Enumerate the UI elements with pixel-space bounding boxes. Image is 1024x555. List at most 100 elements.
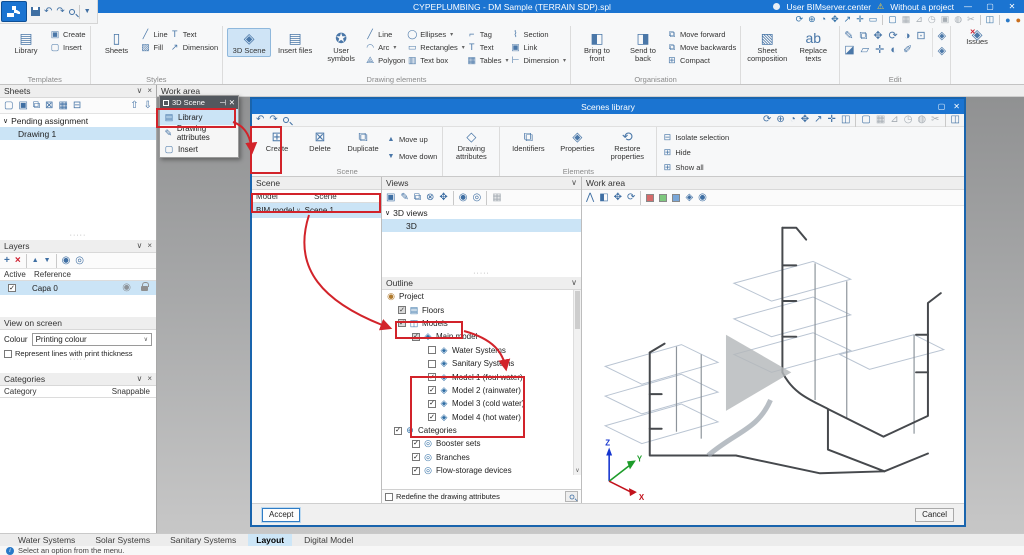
- add-sheet-icon[interactable]: ▣: [18, 101, 27, 111]
- tab-water-systems[interactable]: Water Systems: [10, 534, 83, 546]
- dlg-zoom-extents-icon[interactable]: ⊕: [776, 115, 784, 125]
- user-symbols-button[interactable]: ✪User symbols: [319, 28, 363, 65]
- line-style-button[interactable]: ╱Line: [141, 28, 168, 41]
- close-panel-icon[interactable]: ×: [147, 87, 152, 95]
- tree-item-model-3[interactable]: ◈Model 3 (cold water): [382, 397, 581, 410]
- fill-style-button[interactable]: ▨Fill: [141, 41, 168, 54]
- create-scene-button[interactable]: ⊞Create: [257, 129, 297, 153]
- line-button[interactable]: ╱Line: [365, 28, 405, 41]
- move-down-sheet-icon[interactable]: ⇩: [144, 101, 152, 111]
- move-down-button[interactable]: ▼Move down: [386, 150, 437, 163]
- text-box-button[interactable]: ▥Text box: [407, 54, 465, 67]
- floors-checkbox[interactable]: [398, 306, 406, 314]
- orbit-3d-icon[interactable]: ✥: [614, 193, 622, 203]
- scene3d-button[interactable]: ◈3D Scene: [227, 28, 271, 57]
- delete-layer-icon[interactable]: ×: [15, 256, 21, 266]
- dlg-pan-icon[interactable]: ✥: [801, 115, 809, 125]
- move-icon[interactable]: ✥: [873, 31, 882, 42]
- tree-item-flow-storage[interactable]: ◎Flow-storage devices: [382, 464, 581, 477]
- delete-scene-button[interactable]: ⊠Delete: [300, 129, 340, 153]
- cype-icon[interactable]: ●: [1016, 15, 1021, 25]
- dialog-redo-icon[interactable]: ↷: [269, 115, 277, 125]
- tab-layout[interactable]: Layout: [248, 534, 292, 546]
- tree-item-models[interactable]: ◫Models: [382, 317, 581, 330]
- insert-files-button[interactable]: ▤Insert files: [273, 28, 317, 57]
- dialog-titlebar[interactable]: Scenes library ▢✕: [252, 99, 964, 114]
- scale-icon[interactable]: ⊡: [916, 31, 925, 42]
- categories-checkbox[interactable]: [394, 427, 402, 435]
- maximize-button[interactable]: ▢: [982, 2, 998, 11]
- collapse-icon[interactable]: ∨: [571, 279, 577, 287]
- cube-top-icon[interactable]: ◈: [938, 31, 946, 42]
- tab-digital-model[interactable]: Digital Model: [296, 534, 361, 546]
- zoom-extents-icon[interactable]: ⊕: [808, 15, 816, 24]
- center-icon[interactable]: ✛: [875, 45, 884, 56]
- duplicate-scene-button[interactable]: ⧉Duplicate: [343, 129, 383, 153]
- project-status[interactable]: Without a project: [890, 2, 954, 12]
- move-up-sheet-icon[interactable]: ⇧: [130, 101, 138, 111]
- tree-item-water-systems[interactable]: ◈Water Systems: [382, 344, 581, 357]
- camera-zoom-icon[interactable]: ◎: [473, 193, 482, 203]
- move-forward-button[interactable]: ⧉Move forward: [667, 28, 736, 41]
- eraser-icon[interactable]: ◪: [844, 45, 854, 56]
- isolate-selection-button[interactable]: ⊟Isolate selection: [662, 131, 729, 144]
- tree-item-floors[interactable]: ▤Floors: [382, 303, 581, 316]
- layers-view-icon[interactable]: ▣: [941, 14, 950, 25]
- dlg-previous-view-icon[interactable]: ↗: [814, 115, 822, 125]
- dlg-frame-icon[interactable]: ▢: [861, 115, 870, 125]
- dlg-zoom-window-icon[interactable]: ◔: [790, 115, 796, 125]
- dimension-style-button[interactable]: ↗Dimension: [170, 41, 218, 54]
- customize-toolbar-icon[interactable]: ▼: [84, 8, 91, 15]
- show-all-layers-icon[interactable]: ◉: [62, 256, 71, 266]
- mirror-horizontal-icon[interactable]: ◐: [890, 45, 897, 56]
- undo-icon[interactable]: ↶: [44, 7, 52, 17]
- save-icon[interactable]: [31, 7, 40, 16]
- duplicate-view-icon[interactable]: ⧉: [414, 193, 421, 203]
- user-label[interactable]: User BIMserver.center: [786, 2, 871, 12]
- tree-item-model-4[interactable]: ◈Model 4 (hot water): [382, 411, 581, 424]
- text-style-button[interactable]: TText: [170, 28, 218, 41]
- views-grid-icon[interactable]: ▦: [492, 193, 501, 203]
- hide-all-layers-icon[interactable]: ◎: [75, 256, 84, 266]
- library-button[interactable]: ▤Library: [4, 28, 48, 57]
- insert-template-button[interactable]: ▢Insert: [50, 41, 86, 54]
- link-button[interactable]: ▣Link: [511, 41, 566, 54]
- dlg-ortho-icon[interactable]: ◷: [904, 115, 913, 125]
- layer-up-icon[interactable]: ▲: [32, 257, 39, 264]
- brush-icon[interactable]: ✐: [903, 45, 912, 56]
- views-group-3d[interactable]: ∨3D views: [382, 206, 581, 219]
- tag-button[interactable]: ⌐Tag: [467, 28, 509, 41]
- dialog-search-icon[interactable]: [283, 117, 289, 123]
- accept-button[interactable]: Accept: [262, 508, 300, 522]
- booster-sets-checkbox[interactable]: [412, 440, 420, 448]
- layer-lock-icon[interactable]: [141, 286, 148, 291]
- show-all-button[interactable]: ⊞Show all: [662, 161, 729, 174]
- splitter-handle[interactable]: ·····: [0, 234, 156, 239]
- identifiers-button[interactable]: ⧉Identifiers: [505, 129, 551, 153]
- orbit-icon[interactable]: ⟳: [796, 15, 804, 24]
- cut-icon[interactable]: ✂: [967, 14, 975, 25]
- move-up-button[interactable]: ▲Move up: [386, 133, 437, 146]
- menu-item-insert[interactable]: ▢Insert: [160, 141, 238, 157]
- thickness-checkbox[interactable]: [4, 350, 12, 358]
- layer-row[interactable]: Capa 0 ◉: [0, 281, 156, 295]
- flow-storage-checkbox[interactable]: [412, 467, 420, 475]
- outline-scrollbar[interactable]: ∨: [573, 290, 581, 475]
- cube-view-icon[interactable]: ◧: [599, 193, 608, 203]
- section-view-icon[interactable]: ✥: [439, 193, 447, 203]
- blue-plane-icon[interactable]: [672, 194, 680, 202]
- scene-row[interactable]: BIM model ∨ Scene 1: [252, 203, 381, 218]
- restore-properties-button[interactable]: ⟲Restore properties: [603, 129, 651, 161]
- drawing-attributes-button[interactable]: ◇Drawing attributes: [448, 129, 494, 161]
- scene-menu-titlebar[interactable]: 3D Scene ⊤ ✕: [160, 96, 238, 109]
- drawing-item[interactable]: Drawing 1: [0, 127, 156, 140]
- dlg-center-icon[interactable]: ✛: [828, 115, 836, 125]
- ellipses-button[interactable]: ◯Ellipses: [407, 28, 465, 41]
- dlg-cut-icon[interactable]: ✂: [931, 115, 939, 125]
- model-dropdown-chevron[interactable]: ∨: [296, 207, 300, 214]
- colour-select[interactable]: Printing colour∨: [32, 333, 152, 346]
- arc-button[interactable]: ◠Arc: [365, 41, 405, 54]
- redo-icon[interactable]: ↷: [56, 7, 64, 17]
- pencil-icon[interactable]: ✎: [844, 31, 853, 42]
- zoom-window-icon[interactable]: ◔: [821, 15, 826, 24]
